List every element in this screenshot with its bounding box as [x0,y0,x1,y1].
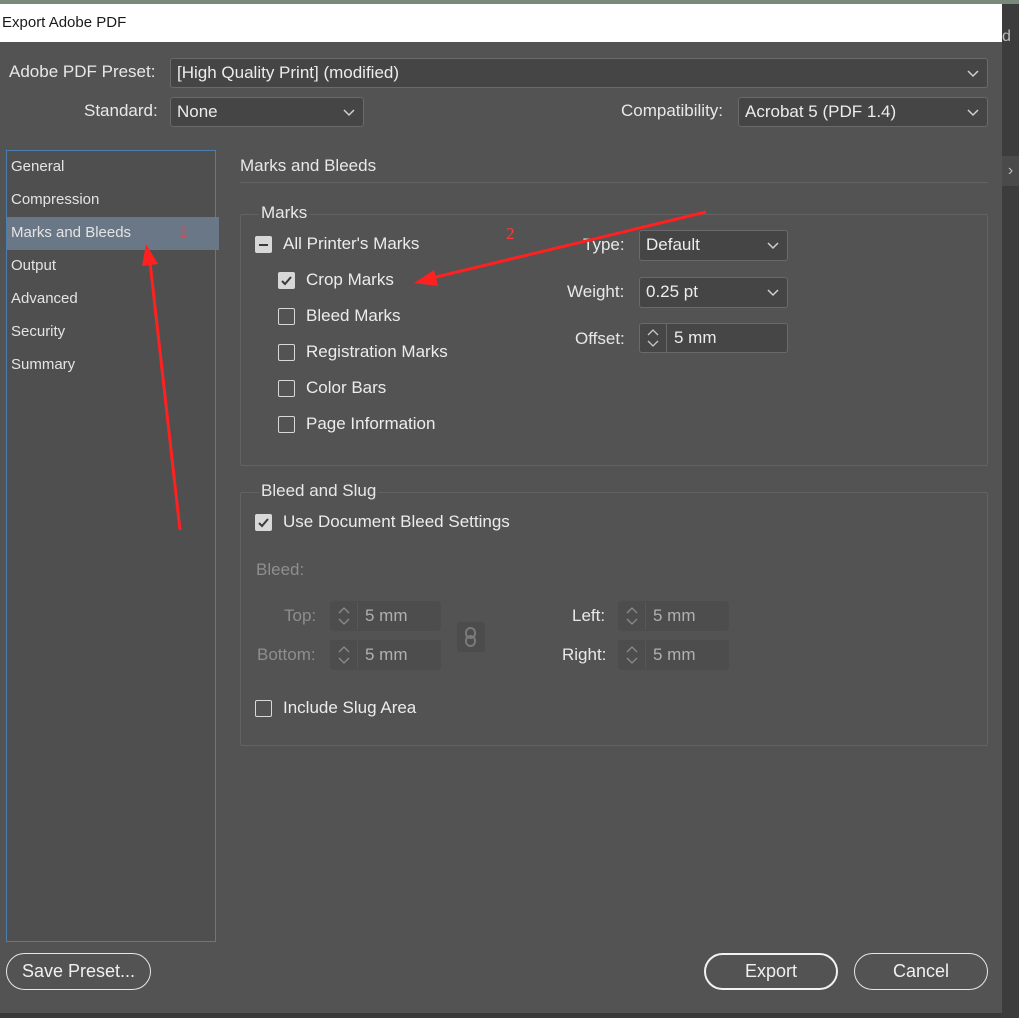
annotation-number-1: 1 [179,222,188,241]
annotation-arrow-1 [142,244,182,531]
annotation-arrows [142,210,707,531]
annotation-number-2: 2 [506,224,515,243]
annotation-arrow-2 [414,210,707,286]
